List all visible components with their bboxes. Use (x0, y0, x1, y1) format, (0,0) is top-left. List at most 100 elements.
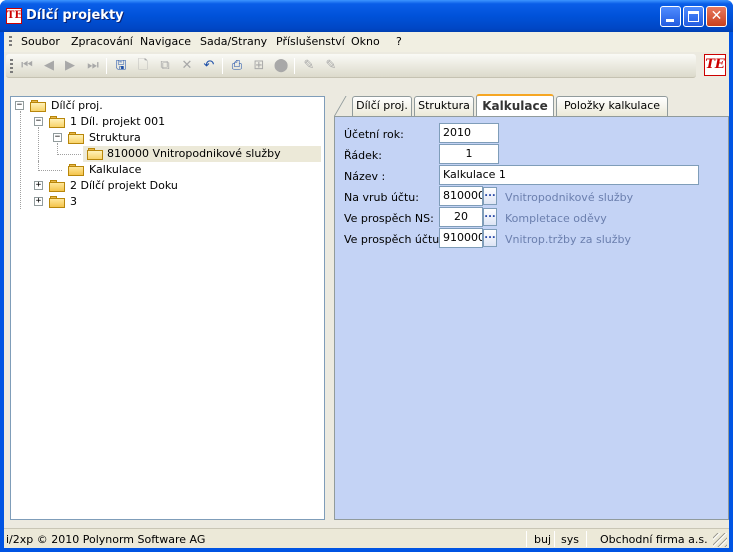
tab-struktura[interactable]: Struktura (414, 96, 474, 116)
last-record-icon[interactable]: ⏭ (84, 57, 102, 75)
tree-line (38, 170, 62, 171)
menu-help[interactable]: ? (396, 35, 402, 48)
tree-line (38, 127, 39, 161)
tab-dilci-proj[interactable]: Dílčí proj. (352, 96, 412, 116)
folder-open-icon (30, 100, 46, 112)
toolbar-grip-icon[interactable] (10, 59, 13, 73)
copy-icon[interactable]: ⧉ (156, 57, 174, 75)
first-record-icon[interactable]: ⏮ (18, 57, 36, 75)
company-logo-icon[interactable]: TE (704, 54, 726, 76)
tree-item-label: 2 Dílčí projekt Doku (70, 179, 178, 192)
toolbar-separator (106, 58, 107, 74)
close-icon: ✕ (710, 8, 723, 24)
resize-grip-icon[interactable] (713, 533, 727, 547)
menu-bar: Soubor Zpracování Navigace Sada/Strany P… (4, 32, 729, 52)
tree-item-label: 1 Díl. projekt 001 (70, 115, 166, 128)
na-vrub-input[interactable]: 810000 (439, 186, 483, 206)
minimize-icon (666, 19, 674, 22)
app-logo-icon: TE (6, 8, 22, 24)
maximize-button[interactable] (683, 6, 704, 27)
status-user: buj (534, 533, 552, 546)
undo-icon[interactable]: ↶ (200, 57, 218, 75)
folder-icon (49, 196, 65, 208)
tree-item-project-001[interactable]: − 1 Díl. projekt 001 (34, 114, 314, 130)
tree-item-label: Struktura (89, 131, 141, 144)
status-company: Obchodní firma a.s. (600, 533, 708, 546)
toolbar-separator (222, 58, 223, 74)
previous-record-icon[interactable]: ◀ (40, 57, 58, 75)
tree-item-struktura[interactable]: − Struktura (53, 130, 313, 146)
folder-open-icon (87, 148, 103, 160)
tree-item-label: Dílčí proj. (51, 99, 103, 112)
new-document-icon[interactable]: 🗋 (134, 57, 152, 75)
expand-icon[interactable]: + (34, 197, 43, 206)
status-separator (526, 531, 527, 547)
radek-label: Řádek: (344, 149, 382, 162)
print-icon[interactable]: ⎙ (228, 57, 246, 75)
tree-line (20, 111, 21, 209)
menu-zpracovani[interactable]: Zpracování (71, 35, 133, 48)
menu-okno[interactable]: Okno (351, 35, 380, 48)
status-separator (554, 531, 555, 547)
delete-icon[interactable]: ✕ (178, 57, 196, 75)
tree-item-3[interactable]: + 3 (34, 194, 134, 210)
window-title: Dílčí projekty (26, 8, 124, 23)
collapse-icon[interactable]: − (15, 101, 24, 110)
tree-item-810000[interactable]: 810000 Vnitropodnikové služby (83, 146, 321, 162)
ve-prospech-ns-input[interactable]: 20 (439, 207, 483, 227)
minimize-button[interactable] (660, 6, 681, 27)
folder-icon (49, 180, 65, 192)
menu-soubor[interactable]: Soubor (21, 35, 60, 48)
toolbar-separator (294, 58, 295, 74)
ucetni-rok-input[interactable]: 2010 (439, 123, 499, 143)
title-bar[interactable]: TE Dílčí projekty ✕ (0, 0, 733, 32)
tree-line (38, 161, 39, 171)
nazev-input[interactable]: Kalkulace 1 (439, 165, 699, 185)
ve-prospech-uctu-label: Ve prospěch účtu: (344, 233, 443, 246)
ve-prospech-ns-description: Kompletace oděvy (505, 212, 607, 225)
na-vrub-label: Na vrub účtu: (344, 191, 419, 204)
save-icon[interactable]: 🖫 (112, 57, 130, 75)
tree-item-project-doku[interactable]: + 2 Dílčí projekt Doku (34, 178, 294, 194)
menu-sada-strany[interactable]: Sada/Strany (200, 35, 267, 48)
folder-open-icon (68, 132, 84, 144)
ucetni-rok-label: Účetní rok: (344, 128, 404, 141)
tree-item-label: 810000 Vnitropodnikové služby (107, 147, 281, 160)
next-record-icon[interactable]: ▶ (61, 57, 79, 75)
na-vrub-description: Vnitropodnikové služby (505, 191, 634, 204)
menu-prislusenstvi[interactable]: Příslušenství (276, 35, 345, 48)
ve-prospech-ns-browse-button[interactable]: ... (483, 208, 497, 226)
toolbar: ⏮ ◀ ▶ ⏭ 🖫 🗋 ⧉ ✕ ↶ ⎙ ⊞ ⬤ ✎ ✎ (6, 54, 696, 78)
radek-input[interactable]: 1 (439, 144, 499, 164)
tree-item-label: 3 (70, 195, 77, 208)
tab-kalkulace[interactable]: Kalkulace (476, 94, 554, 117)
nazev-label: Název : (344, 170, 386, 183)
expand-icon[interactable]: + (34, 181, 43, 190)
ve-prospech-uctu-description: Vnitrop.tržby za služby (505, 233, 631, 246)
status-copyright: i/2xp © 2010 Polynorm Software AG (6, 533, 206, 546)
na-vrub-browse-button[interactable]: ... (483, 187, 497, 205)
structure-icon[interactable]: ⊞ (250, 57, 268, 75)
menu-grip-icon[interactable] (9, 36, 12, 48)
folder-open-icon (49, 116, 65, 128)
tree-item-label: Kalkulace (89, 163, 142, 176)
edit-all-icon[interactable]: ✎ (322, 57, 340, 75)
app-window: TE Dílčí projekty ✕ Soubor Zpracování Na… (0, 0, 733, 552)
close-button[interactable]: ✕ (706, 6, 727, 27)
tree-line (57, 154, 81, 155)
menu-navigace[interactable]: Navigace (140, 35, 191, 48)
project-tree[interactable]: − Dílčí proj. − 1 Díl. projekt 001 − Str… (10, 96, 325, 520)
stop-icon[interactable]: ⬤ (272, 57, 290, 75)
folder-icon (68, 164, 84, 176)
tree-item-root[interactable]: − Dílčí proj. (15, 98, 315, 114)
ve-prospech-uctu-browse-button[interactable]: ... (483, 229, 497, 247)
ve-prospech-ns-label: Ve prospěch NS: (344, 212, 434, 225)
edit-icon[interactable]: ✎ (300, 57, 318, 75)
tab-polozky-kalkulace[interactable]: Položky kalkulace (556, 96, 668, 116)
ve-prospech-uctu-input[interactable]: 910000 (439, 228, 483, 248)
collapse-icon[interactable]: − (34, 117, 43, 126)
kalkulace-form: Účetní rok: 2010 Řádek: 1 Název : Kalkul… (334, 116, 729, 520)
collapse-icon[interactable]: − (53, 133, 62, 142)
tree-item-kalkulace[interactable]: Kalkulace (64, 162, 264, 178)
maximize-icon (688, 11, 699, 22)
